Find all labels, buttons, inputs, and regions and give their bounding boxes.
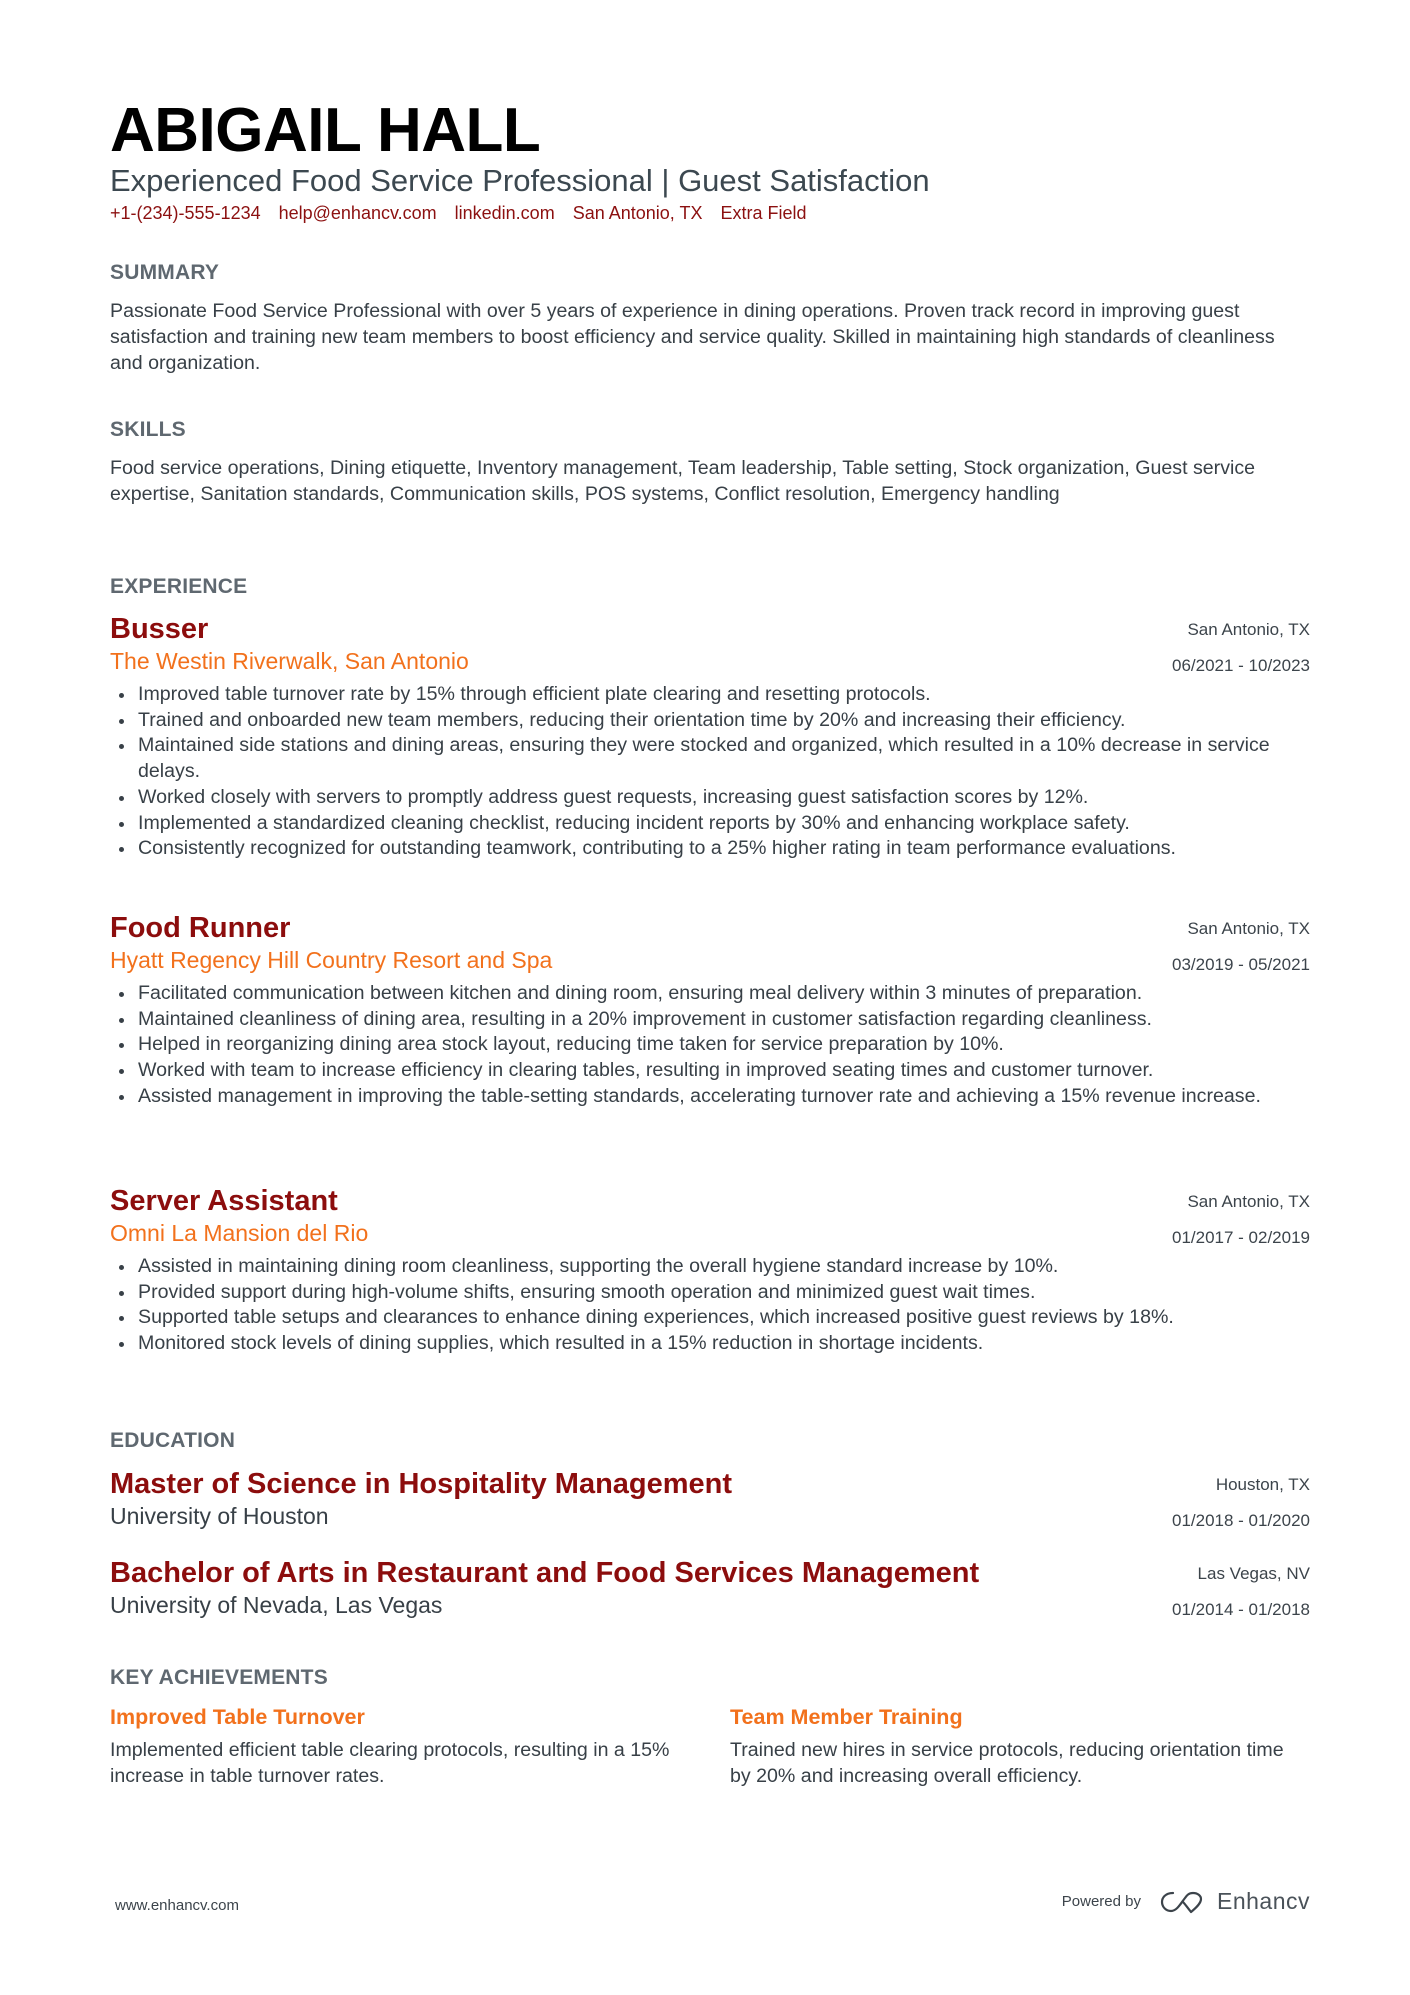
job-bullet: Monitored stock levels of dining supplie…	[110, 1331, 1318, 1357]
achievements-heading: KEY ACHIEVEMENTS	[110, 1666, 328, 1689]
education-school: University of Houston	[110, 1503, 329, 1529]
achievement-title: Team Member Training	[730, 1705, 963, 1729]
experience-entry: Server Assistant Omni La Mansion del Rio…	[110, 1184, 1310, 1357]
education-entry: Bachelor of Arts in Restaurant and Food …	[110, 1556, 1310, 1620]
job-meta: San Antonio, TX 03/2019 - 05/2021	[1172, 911, 1310, 983]
brand-name: Enhancv	[1216, 1888, 1310, 1914]
job-bullet: Improved table turnover rate by 15% thro…	[110, 682, 1318, 708]
job-bullets: Facilitated communication between kitche…	[110, 981, 1310, 1110]
job-title: Food Runner	[110, 912, 291, 944]
job-bullet: Supported table setups and clearances to…	[110, 1305, 1318, 1331]
education-dates: 01/2014 - 01/2018	[1171, 1600, 1310, 1619]
job-title: Server Assistant	[110, 1185, 338, 1217]
achievement-item: Team Member Training Trained new hires i…	[730, 1703, 1290, 1789]
job-location: San Antonio, TX	[1187, 620, 1310, 639]
education-meta: Las Vegas, NV 01/2014 - 01/2018	[1172, 1556, 1310, 1628]
education-meta: Houston, TX 01/2018 - 01/2020	[1172, 1467, 1310, 1539]
education-school: University of Nevada, Las Vegas	[110, 1592, 443, 1618]
job-meta: San Antonio, TX 06/2021 - 10/2023	[1172, 612, 1310, 684]
education-dates: 01/2018 - 01/2020	[1171, 1511, 1310, 1530]
contact-location: San Antonio, TX	[572, 203, 703, 223]
contact-info: +1-(234)-555-1234 help@enhancv.com linke…	[110, 201, 806, 225]
job-bullet: Maintained side stations and dining area…	[110, 733, 1318, 784]
job-bullet: Worked closely with servers to promptly …	[110, 785, 1318, 811]
job-bullets: Assisted in maintaining dining room clea…	[110, 1254, 1310, 1357]
brand-logo[interactable]: Enhancv	[1159, 1888, 1310, 1915]
job-company: Omni La Mansion del Rio	[110, 1220, 369, 1246]
contact-email[interactable]: help@enhancv.com	[279, 201, 437, 225]
job-bullet: Helped in reorganizing dining area stock…	[110, 1032, 1318, 1058]
job-dates: 01/2017 - 02/2019	[1171, 1228, 1310, 1247]
job-bullet: Trained and onboarded new team members, …	[110, 708, 1318, 734]
experience-entry: Food Runner Hyatt Regency Hill Country R…	[110, 911, 1310, 1110]
job-meta: San Antonio, TX 01/2017 - 02/2019	[1172, 1184, 1310, 1256]
job-bullets: Improved table turnover rate by 15% thro…	[110, 682, 1310, 862]
footer-website-link[interactable]: www.enhancv.com	[115, 1897, 239, 1914]
achievement-description: Implemented efficient table clearing pro…	[110, 1739, 670, 1787]
job-location: San Antonio, TX	[1187, 1192, 1310, 1211]
job-bullet: Maintained cleanliness of dining area, r…	[110, 1007, 1318, 1033]
candidate-headline: Experienced Food Service Professional | …	[110, 163, 930, 198]
job-bullet: Assisted management in improving the tab…	[110, 1084, 1318, 1110]
summary-heading: SUMMARY	[110, 261, 220, 284]
job-title: Busser	[110, 613, 209, 645]
job-company: Hyatt Regency Hill Country Resort and Sp…	[110, 947, 553, 973]
job-dates: 03/2019 - 05/2021	[1171, 955, 1310, 974]
education-location: Houston, TX	[1215, 1475, 1310, 1494]
job-company: The Westin Riverwalk, San Antonio	[110, 648, 469, 674]
job-bullet: Assisted in maintaining dining room clea…	[110, 1254, 1318, 1280]
skills-text: Food service operations, Dining etiquett…	[110, 457, 1256, 505]
education-heading: EDUCATION	[110, 1429, 236, 1452]
job-bullet: Consistently recognized for outstanding …	[110, 836, 1318, 862]
job-bullet: Implemented a standardized cleaning chec…	[110, 811, 1318, 837]
contact-phone[interactable]: +1-(234)-555-1234	[110, 201, 261, 225]
footer-branding: Powered by Enhancv	[1062, 1888, 1310, 1915]
achievement-description: Trained new hires in service protocols, …	[730, 1739, 1284, 1787]
enhancv-logo-icon	[1160, 1891, 1203, 1913]
experience-heading: EXPERIENCE	[110, 575, 248, 598]
contact-linkedin[interactable]: linkedin.com	[455, 201, 555, 225]
powered-by-label: Powered by	[1061, 1893, 1141, 1910]
job-location: San Antonio, TX	[1187, 919, 1310, 938]
contact-extra-field: Extra Field	[720, 203, 807, 223]
candidate-name: ABIGAIL HALL	[110, 96, 541, 165]
skills-heading: SKILLS	[110, 418, 186, 441]
achievement-title: Improved Table Turnover	[110, 1705, 365, 1729]
job-bullet: Facilitated communication between kitche…	[110, 981, 1318, 1007]
education-location: Las Vegas, NV	[1197, 1564, 1310, 1583]
experience-entry: Busser The Westin Riverwalk, San Antonio…	[110, 612, 1310, 862]
education-entry: Master of Science in Hospitality Managem…	[110, 1467, 1310, 1531]
job-dates: 06/2021 - 10/2023	[1171, 656, 1310, 675]
job-bullet: Provided support during high-volume shif…	[110, 1280, 1318, 1306]
education-degree: Bachelor of Arts in Restaurant and Food …	[110, 1557, 980, 1589]
education-degree: Master of Science in Hospitality Managem…	[110, 1468, 733, 1500]
achievement-item: Improved Table Turnover Implemented effi…	[110, 1703, 670, 1789]
summary-text: Passionate Food Service Professional wit…	[110, 300, 1275, 374]
job-bullet: Worked with team to increase efficiency …	[110, 1058, 1318, 1084]
